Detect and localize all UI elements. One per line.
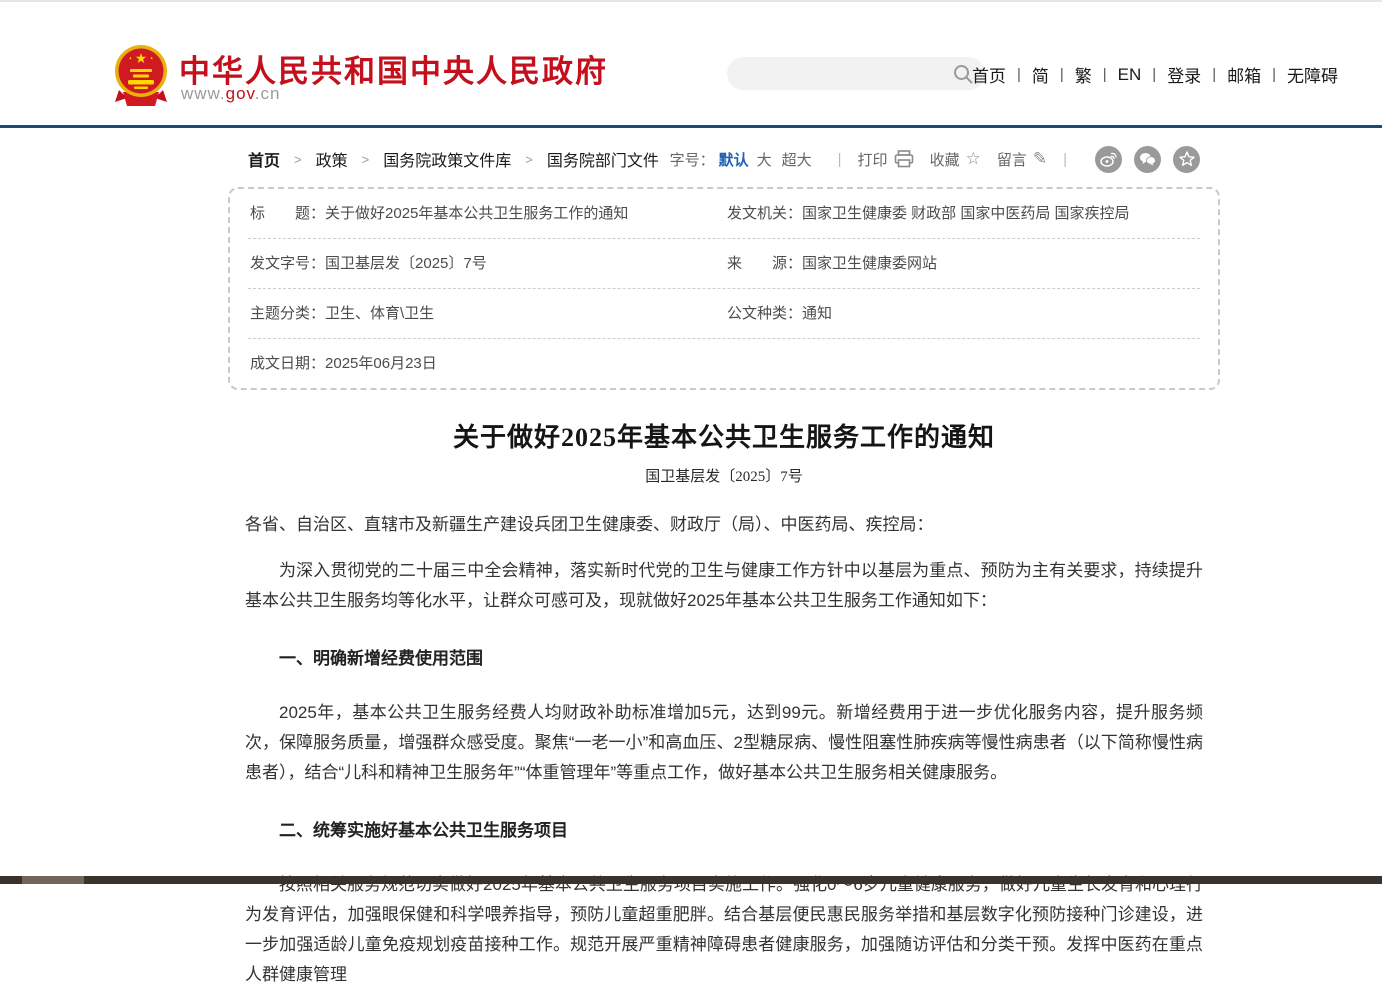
star-icon: ☆ [966,149,981,169]
meta-label: 主题分类： [250,305,325,322]
meta-row: 主题分类：卫生、体育\卫生 公文种类：通知 [248,289,1200,339]
nav-separator: | [1272,66,1276,83]
meta-doc-type-cell: 公文种类：通知 [725,304,1200,324]
main-content: 首页 > 政策 > 国务院政策文件库 > 国务院部门文件 字号： 默认 大 超大… [228,144,1220,990]
nav-mail[interactable]: 邮箱 [1225,62,1263,87]
nav-traditional[interactable]: 繁 [1073,62,1094,87]
font-size-xlarge-button[interactable]: 超大 [782,149,812,170]
meta-row: 发文字号：国卫基层发〔2025〕7号 来 源：国家卫生健康委网站 [248,239,1200,289]
document-toolbar: 字号： 默认 大 超大 | 打印 收藏 ☆ 留言 ✎ | [670,146,1200,173]
meta-value: 2025年06月23日 [325,355,437,372]
meta-title-cell: 标 题：关于做好2025年基本公共卫生服务工作的通知 [248,204,725,224]
meta-label: 来 源： [727,255,802,272]
nav-login[interactable]: 登录 [1165,62,1203,87]
article: 关于做好2025年基本公共卫生服务工作的通知 国卫基层发〔2025〕7号 各省、… [245,417,1203,990]
url-gov: gov [226,84,255,103]
url-www: www. [181,84,226,103]
article-doc-number: 国卫基层发〔2025〕7号 [245,465,1203,486]
font-size-label: 字号： [670,149,715,170]
horizontal-scrollbar[interactable] [0,876,1382,884]
url-cn: .cn [255,84,281,103]
top-nav: 首页 | 简 | 繁 | EN | 登录 | 邮箱 | 无障碍 [970,62,1340,87]
national-emblem-logo[interactable] [113,44,169,108]
nav-separator: | [1103,66,1107,83]
breadcrumb-policy[interactable]: 政策 [316,147,348,171]
nav-separator: | [1017,66,1021,83]
header-divider [0,125,1382,128]
breadcrumb: 首页 > 政策 > 国务院政策文件库 > 国务院部门文件 [248,147,659,171]
share-qzone-button[interactable] [1173,146,1200,173]
search-input[interactable] [727,65,953,82]
site-header: 中华人民共和国中央人民政府 www.gov.cn 首页 | 简 | 繁 | EN… [0,2,1382,125]
breadcrumb-toolbar-row: 首页 > 政策 > 国务院政策文件库 > 国务院部门文件 字号： 默认 大 超大… [228,144,1220,174]
nav-simplified[interactable]: 简 [1030,62,1051,87]
section-heading-1: 一、明确新增经费使用范围 [245,644,1203,674]
meta-value: 关于做好2025年基本公共卫生服务工作的通知 [325,205,628,222]
nav-accessibility[interactable]: 无障碍 [1285,62,1340,87]
wechat-icon [1139,152,1156,166]
meta-topic-category-cell: 主题分类：卫生、体育\卫生 [248,304,725,324]
meta-value: 卫生、体育\卫生 [325,305,434,322]
paragraph-section-2: 按照相关服务规范切实做好2025年基本公共卫生服务项目实施工作。强化0～6岁儿童… [245,870,1203,990]
breadcrumb-home[interactable]: 首页 [248,147,280,171]
breadcrumb-separator: > [362,152,370,167]
meta-label: 标 题： [250,205,325,222]
meta-date-cell: 成文日期：2025年06月23日 [248,354,725,374]
meta-label: 发文字号： [250,255,325,272]
weibo-icon [1100,152,1117,167]
nav-english[interactable]: EN [1116,65,1144,85]
meta-value: 通知 [802,305,832,322]
printer-icon [894,150,914,168]
article-body: 各省、自治区、直辖市及新疆生产建设兵团卫生健康委、财政厅（局）、中医药局、疾控局… [245,510,1203,990]
article-title: 关于做好2025年基本公共卫生服务工作的通知 [245,417,1203,454]
font-size-large-button[interactable]: 大 [757,149,772,170]
meta-issuing-agency-cell: 发文机关：国家卫生健康委 财政部 国家中医药局 国家疾控局 [725,204,1200,224]
paragraph-salutation: 各省、自治区、直辖市及新疆生产建设兵团卫生健康委、财政厅（局）、中医药局、疾控局… [245,510,1203,540]
meta-value: 国家卫生健康委网站 [802,255,937,272]
toolbar-separator: | [838,151,842,168]
pencil-icon: ✎ [1033,149,1047,169]
comment-button[interactable]: 留言 ✎ [997,149,1047,170]
comment-label: 留言 [997,149,1027,170]
star-badge-icon [1179,151,1195,167]
nav-separator: | [1152,66,1156,83]
meta-row: 标 题：关于做好2025年基本公共卫生服务工作的通知 发文机关：国家卫生健康委 … [248,189,1200,239]
meta-row: 成文日期：2025年06月23日 [248,339,1200,388]
meta-value: 国卫基层发〔2025〕7号 [325,255,487,272]
meta-doc-number-cell: 发文字号：国卫基层发〔2025〕7号 [248,254,725,274]
breadcrumb-department-docs[interactable]: 国务院部门文件 [547,147,659,171]
print-button[interactable]: 打印 [858,149,914,170]
nav-home[interactable]: 首页 [970,62,1008,87]
share-wechat-button[interactable] [1134,146,1161,173]
print-label: 打印 [858,149,888,170]
toolbar-separator: | [1063,151,1067,168]
meta-label: 成文日期： [250,355,325,372]
scrollbar-thumb[interactable] [22,876,84,884]
paragraph-intro: 为深入贯彻党的二十届三中全会精神，落实新时代党的卫生与健康工作方针中以基层为重点… [245,556,1203,616]
meta-label: 公文种类： [727,305,802,322]
document-meta-table: 标 题：关于做好2025年基本公共卫生服务工作的通知 发文机关：国家卫生健康委 … [228,187,1220,390]
breadcrumb-separator: > [294,152,302,167]
meta-source-cell: 来 源：国家卫生健康委网站 [725,254,1200,274]
font-size-default-button[interactable]: 默认 [719,149,749,170]
favorite-button[interactable]: 收藏 ☆ [930,149,981,170]
breadcrumb-separator: > [525,152,533,167]
search-box [727,57,985,90]
site-url: www.gov.cn [181,84,280,104]
breadcrumb-policy-library[interactable]: 国务院政策文件库 [383,147,511,171]
meta-label: 发文机关： [727,205,802,222]
nav-separator: | [1060,66,1064,83]
share-weibo-button[interactable] [1095,146,1122,173]
section-heading-2: 二、统筹实施好基本公共卫生服务项目 [245,816,1203,846]
paragraph-section-1: 2025年，基本公共卫生服务经费人均财政补助标准增加5元，达到99元。新增经费用… [245,698,1203,788]
favorite-label: 收藏 [930,149,960,170]
nav-separator: | [1212,66,1216,83]
meta-value: 国家卫生健康委 财政部 国家中医药局 国家疾控局 [802,205,1130,222]
